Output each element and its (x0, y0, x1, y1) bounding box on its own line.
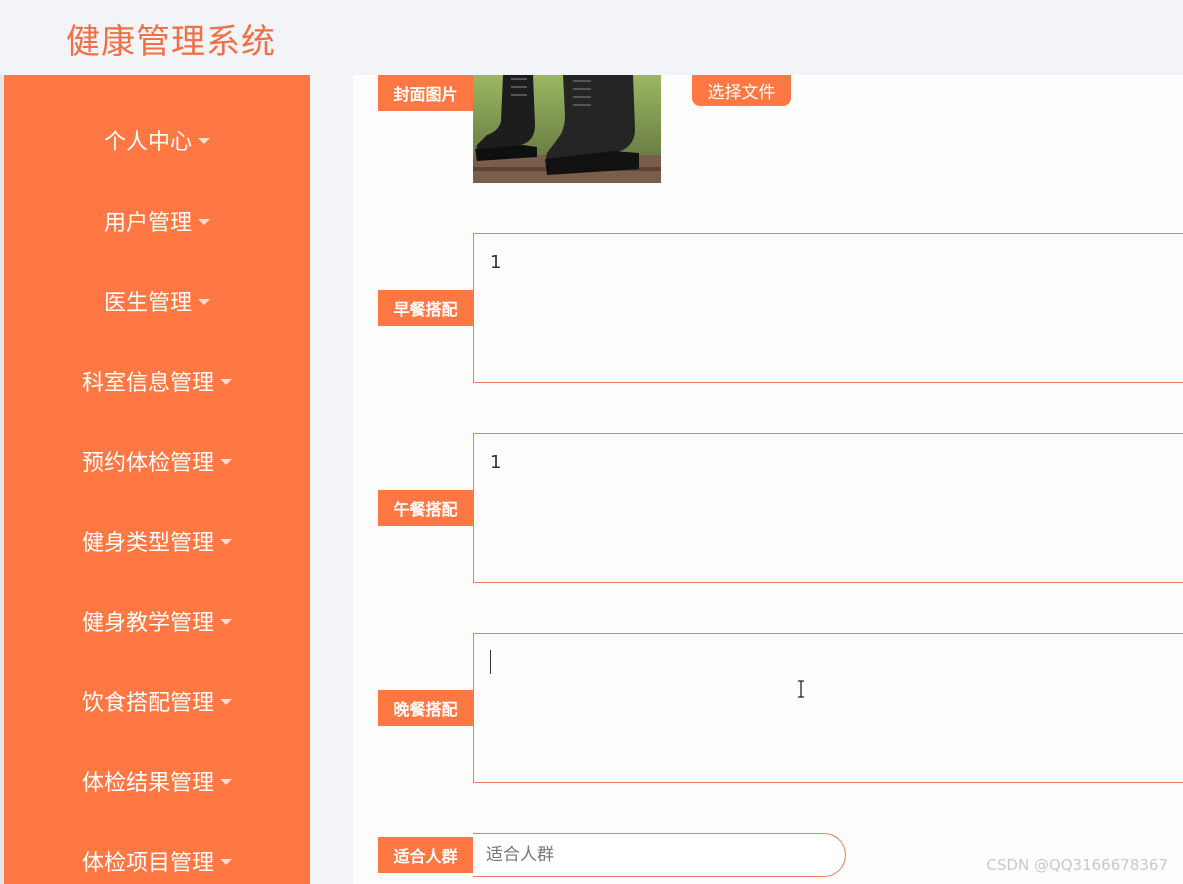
breakfast-textarea[interactable]: 1 (473, 233, 1183, 383)
caret-down-icon (220, 379, 232, 385)
suitable-crowd-label: 适合人群 (378, 837, 473, 873)
sidebar-item-label: 健身教学管理 (81, 611, 214, 636)
ibeam-cursor-icon (798, 680, 804, 698)
sidebar-item-label: 饮食搭配管理 (81, 691, 214, 716)
sidebar-item-label: 预约体检管理 (81, 451, 214, 476)
cover-image[interactable] (473, 75, 661, 183)
caret-down-icon (198, 138, 210, 144)
caret-down-icon (220, 459, 232, 465)
choose-file-button[interactable]: 选择文件 (692, 75, 791, 106)
sidebar: 个人中心 用户管理 医生管理 科室信息管理 预约体检管理 健身类型管理 健身教学… (4, 75, 310, 884)
sidebar-item-exam-item-management[interactable]: 体检项目管理 (4, 841, 310, 881)
sidebar-item-label: 科室信息管理 (81, 371, 214, 396)
sidebar-item-result-management[interactable]: 体检结果管理 (4, 761, 310, 801)
cover-image-label: 封面图片 (378, 75, 473, 111)
sidebar-item-department-management[interactable]: 科室信息管理 (4, 361, 310, 401)
sidebar-item-fitness-type-management[interactable]: 健身类型管理 (4, 521, 310, 561)
breakfast-label: 早餐搭配 (378, 290, 473, 326)
lunch-label: 午餐搭配 (378, 490, 473, 526)
sidebar-item-diet-management[interactable]: 饮食搭配管理 (4, 681, 310, 721)
sidebar-item-doctor-management[interactable]: 医生管理 (4, 281, 310, 321)
caret-down-icon (198, 299, 210, 305)
lunch-value: 1 (490, 452, 502, 473)
sidebar-item-label: 健身类型管理 (81, 531, 214, 556)
breakfast-value: 1 (490, 252, 502, 273)
suitable-crowd-field[interactable] (473, 833, 846, 877)
caret-down-icon (220, 779, 232, 785)
sidebar-item-label: 个人中心 (103, 130, 192, 155)
form-area: 封面图片 选择文件 早餐搭配 1 午餐搭配 1 晚餐搭配 适合人群 适合人群 (353, 75, 1183, 884)
sidebar-item-label: 体检结果管理 (81, 771, 214, 796)
dinner-textarea[interactable] (473, 633, 1183, 783)
sidebar-item-label: 用户管理 (103, 211, 192, 236)
watermark: CSDN @QQ3166678367 (986, 856, 1168, 874)
lunch-textarea[interactable]: 1 (473, 433, 1183, 583)
caret-down-icon (220, 619, 232, 625)
app-title: 健康管理系统 (66, 22, 276, 62)
caret-down-icon (220, 699, 232, 705)
sidebar-item-fitness-teaching-management[interactable]: 健身教学管理 (4, 601, 310, 641)
caret-down-icon (220, 539, 232, 545)
caret-down-icon (220, 859, 232, 865)
sidebar-item-label: 体检项目管理 (81, 851, 214, 876)
boots-photo-icon (473, 75, 661, 183)
suitable-crowd-input[interactable] (473, 834, 808, 876)
text-cursor (490, 650, 491, 674)
dinner-label: 晚餐搭配 (378, 690, 473, 726)
sidebar-item-personal-center[interactable]: 个人中心 (4, 120, 310, 160)
caret-down-icon (198, 219, 210, 225)
sidebar-item-appointment-management[interactable]: 预约体检管理 (4, 441, 310, 481)
sidebar-item-user-management[interactable]: 用户管理 (4, 201, 310, 241)
sidebar-item-label: 医生管理 (103, 291, 192, 316)
header: 健康管理系统 (0, 0, 1183, 75)
